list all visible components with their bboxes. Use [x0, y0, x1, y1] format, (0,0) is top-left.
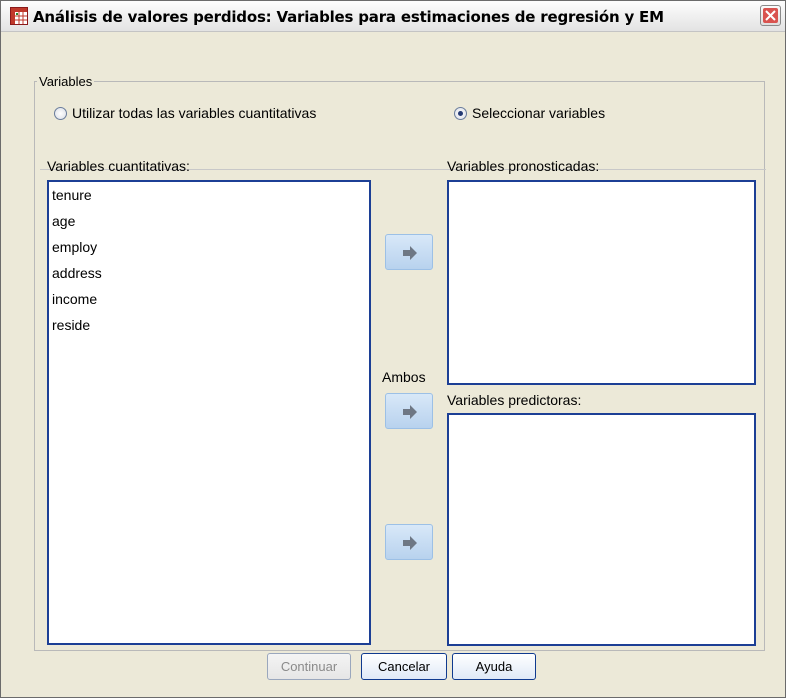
predictor-variables-list[interactable]	[447, 413, 756, 646]
list-item[interactable]: income	[52, 291, 97, 307]
move-to-both-button[interactable]	[385, 393, 433, 429]
cancel-button[interactable]: Cancelar	[361, 653, 447, 680]
predicted-variables-label: Variables pronosticadas:	[447, 158, 600, 174]
use-all-variables-radio[interactable]	[54, 107, 67, 120]
predictor-variables-label: Variables predictoras:	[447, 392, 582, 408]
move-to-predicted-button[interactable]	[385, 234, 433, 270]
dialog-body: Variables Utilizar todas las variables c…	[1, 32, 785, 697]
both-label: Ambos	[382, 369, 426, 385]
list-item[interactable]: age	[52, 213, 75, 229]
arrow-right-icon	[403, 536, 417, 550]
list-item[interactable]: reside	[52, 317, 90, 333]
predicted-variables-list[interactable]	[447, 180, 756, 385]
use-all-variables-label[interactable]: Utilizar todas las variables cuantitativ…	[72, 105, 316, 121]
dialog-window: Análisis de valores perdidos: Variables …	[0, 0, 786, 698]
title-bar: Análisis de valores perdidos: Variables …	[1, 1, 785, 32]
window-title: Análisis de valores perdidos: Variables …	[33, 8, 664, 26]
arrow-right-icon	[403, 405, 417, 419]
variables-group-legend: Variables	[39, 74, 93, 89]
continue-button[interactable]: Continuar	[267, 653, 351, 680]
move-to-predictors-button[interactable]	[385, 524, 433, 560]
help-button[interactable]: Ayuda	[452, 653, 536, 680]
close-icon	[763, 8, 778, 23]
table-grid-icon	[10, 7, 28, 25]
select-variables-label[interactable]: Seleccionar variables	[472, 105, 605, 121]
list-item[interactable]: tenure	[52, 187, 92, 203]
select-variables-radio[interactable]	[454, 107, 467, 120]
list-item[interactable]: address	[52, 265, 102, 281]
quantitative-variables-label: Variables cuantitativas:	[47, 158, 190, 174]
list-item[interactable]: employ	[52, 239, 97, 255]
arrow-right-icon	[403, 246, 417, 260]
close-button[interactable]	[760, 5, 781, 26]
quantitative-variables-list[interactable]: tenure age employ address income reside	[47, 180, 371, 645]
